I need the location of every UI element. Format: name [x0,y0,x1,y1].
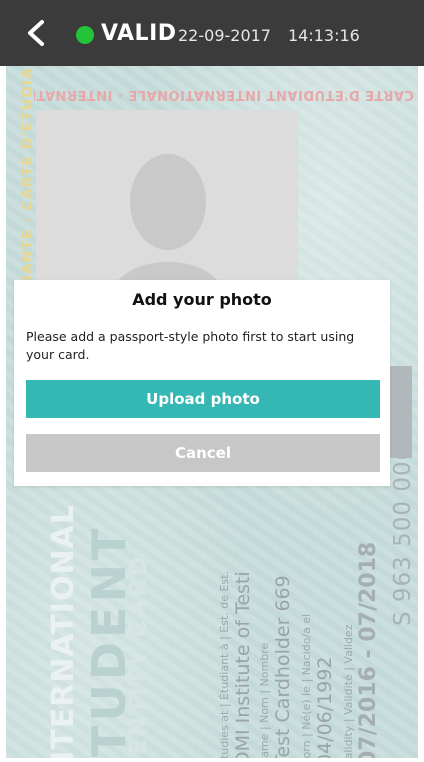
status-time: 14:13:16 [288,26,360,45]
validity-value: 07/2016 - 07/2018 [356,541,381,758]
upload-photo-button[interactable]: Upload photo [26,380,380,418]
name-label: Name | Nom | Nombre [258,642,271,758]
cancel-button[interactable]: Cancel [26,434,380,472]
add-photo-dialog: Add your photo Please add a passport-sty… [14,280,390,486]
institution-label: Studies at | Étudiant à | Est. de Est. [218,570,231,758]
name-value: Test Cardholder 669 [272,575,294,758]
card-banner: CARTE D'ÉTUDIANT INTERNATIONALE · INTERN… [34,87,414,102]
institution-value: DMI Institute of Testi [232,571,254,758]
brand-line-1: INTERNATIONAL [46,504,81,758]
status-date: 22-09-2017 [178,26,271,45]
valid-status-icon [76,26,94,44]
brand-line-3: IDENTITY CARD [124,554,152,758]
dialog-message: Please add a passport-style photo first … [26,329,355,362]
born-label: Born | Né(e) le | Nacido/a el [300,613,313,758]
validity-label: Validity | Validité | Validez [342,624,355,758]
top-bar: VALID 22-09-2017 14:13:16 [0,0,424,66]
born-value: 04/06/1992 [314,656,336,758]
dialog-title: Add your photo [132,290,272,309]
validity-status: VALID [101,21,177,46]
card-side-label: TUDIANTE · CARTE D'ÉTUDIANT [20,66,36,316]
back-arrow-icon[interactable] [24,19,48,47]
